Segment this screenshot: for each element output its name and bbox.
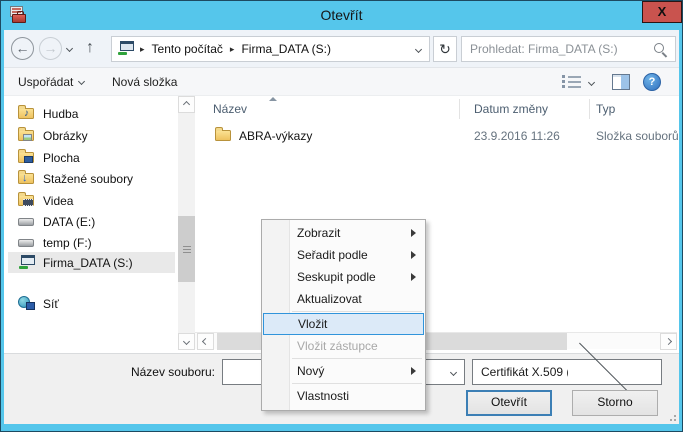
preview-pane-button[interactable]: [612, 74, 630, 90]
network-drive-icon: [18, 255, 36, 270]
open-file-dialog: Otevřít X ← → ↑ ▸ Tento počítač ▸ Firma_…: [0, 0, 683, 432]
navigation-bar: ← → ↑ ▸ Tento počítač ▸ Firma_DATA (S:) …: [4, 30, 679, 68]
sort-ascending-icon: [269, 97, 277, 101]
scroll-up-button[interactable]: [178, 96, 195, 113]
breadcrumb-item-drive[interactable]: Firma_DATA (S:): [238, 42, 334, 56]
open-button[interactable]: Otevřít: [466, 390, 552, 416]
breadcrumb-item-this-pc[interactable]: Tento počítač: [149, 42, 226, 56]
breadcrumb[interactable]: ▸ Tento počítač ▸ Firma_DATA (S:): [111, 36, 430, 62]
context-menu: Zobrazit Seřadit podle Seskupit podle Ak…: [261, 219, 426, 411]
scroll-right-button[interactable]: [660, 333, 677, 350]
sidebar-item-desktop[interactable]: Plocha: [8, 147, 175, 168]
filetype-select[interactable]: Certifikát X.509 (*.cer;*.crt): [472, 359, 662, 385]
file-name[interactable]: ABRA-výkazy: [239, 125, 312, 147]
search-input[interactable]: [462, 42, 652, 56]
sidebar-item-drive-e[interactable]: DATA (E:): [8, 211, 175, 232]
file-row-abra-vykazy[interactable]: ABRA-výkazy 23.9.2016 11:26 Složka soubo…: [195, 125, 677, 147]
menu-item-properties[interactable]: Vlastnosti: [262, 385, 425, 407]
address-dropdown-chevron-icon[interactable]: [415, 45, 422, 52]
sidebar-item-network[interactable]: Síť: [8, 293, 175, 314]
dialog-title: Otevřít: [1, 7, 682, 23]
organize-chevron-icon: [78, 78, 85, 85]
submenu-arrow-icon: [411, 229, 416, 237]
sidebar-item-drive-s[interactable]: Firma_DATA (S:): [8, 252, 175, 273]
menu-separator: [292, 358, 422, 359]
menu-item-group-by[interactable]: Seskupit podle: [262, 266, 425, 288]
sidebar-item-videos[interactable]: Videa: [8, 190, 175, 211]
file-modified: 23.9.2016 11:26: [474, 125, 560, 147]
desktop-folder-icon: [18, 150, 36, 165]
scroll-down-button[interactable]: [178, 333, 195, 350]
breadcrumb-separator-icon: ▸: [226, 44, 239, 55]
network-icon: [18, 296, 36, 311]
submenu-arrow-icon: [411, 367, 416, 375]
breadcrumb-separator-icon: ▸: [136, 44, 149, 55]
folder-icon: [215, 128, 233, 143]
back-button[interactable]: ←: [11, 37, 34, 60]
submenu-arrow-icon: [411, 273, 416, 281]
pictures-folder-icon: [18, 128, 36, 143]
menu-item-new[interactable]: Nový: [262, 360, 425, 382]
computer-icon: [117, 41, 136, 57]
videos-folder-icon: [18, 193, 36, 208]
column-divider[interactable]: [589, 99, 590, 119]
sidebar-vertical-scrollbar[interactable]: [178, 96, 195, 350]
music-folder-icon: [18, 106, 36, 121]
sidebar-item-music[interactable]: Hudba: [8, 103, 175, 124]
drive-icon: [18, 235, 36, 250]
change-view-chevron-icon[interactable]: [588, 79, 595, 86]
titlebar[interactable]: Otevřít X: [1, 1, 682, 30]
refresh-button[interactable]: ↻: [433, 36, 457, 62]
recent-locations-chevron-icon[interactable]: [66, 45, 73, 52]
column-header-modified[interactable]: Datum změny: [459, 96, 589, 122]
menu-item-paste-shortcut: Vložit zástupce: [262, 335, 425, 357]
menu-item-sort-by[interactable]: Seřadit podle: [262, 244, 425, 266]
downloads-folder-icon: [18, 171, 36, 186]
column-divider[interactable]: [459, 99, 460, 119]
menu-item-view[interactable]: Zobrazit: [262, 222, 425, 244]
filename-dropdown-chevron-icon[interactable]: [442, 360, 464, 384]
search-box: [461, 36, 676, 62]
forward-button[interactable]: →: [39, 37, 62, 60]
sidebar-item-pictures[interactable]: Obrázky: [8, 125, 175, 146]
resize-grip[interactable]: [666, 411, 676, 421]
help-button[interactable]: ?: [643, 73, 661, 91]
cancel-button[interactable]: Storno: [572, 390, 658, 416]
column-header-type[interactable]: Typ: [589, 96, 679, 122]
sidebar-item-drive-f[interactable]: temp (F:): [8, 232, 175, 253]
drive-icon: [18, 214, 36, 229]
command-toolbar: Uspořádat Nová složka ?: [4, 68, 679, 96]
vertical-scrollbar-thumb[interactable]: [178, 216, 195, 282]
submenu-arrow-icon: [411, 251, 416, 259]
menu-item-paste[interactable]: Vložit: [263, 313, 424, 335]
menu-separator: [292, 383, 422, 384]
file-type: Složka souborů: [596, 125, 679, 147]
menu-separator: [292, 311, 422, 312]
organize-button[interactable]: Uspořádat: [10, 68, 92, 95]
menu-item-refresh[interactable]: Aktualizovat: [262, 288, 425, 310]
new-folder-button[interactable]: Nová složka: [104, 68, 185, 95]
scroll-left-button[interactable]: [197, 333, 214, 350]
close-button[interactable]: X: [642, 1, 682, 23]
column-header-name[interactable]: Název: [195, 96, 459, 122]
up-button[interactable]: ↑: [79, 36, 101, 60]
sidebar-item-downloads[interactable]: Stažené soubory: [8, 168, 175, 189]
change-view-button[interactable]: [562, 75, 582, 89]
filename-label: Název souboru:: [4, 365, 215, 379]
search-icon: [652, 41, 669, 58]
